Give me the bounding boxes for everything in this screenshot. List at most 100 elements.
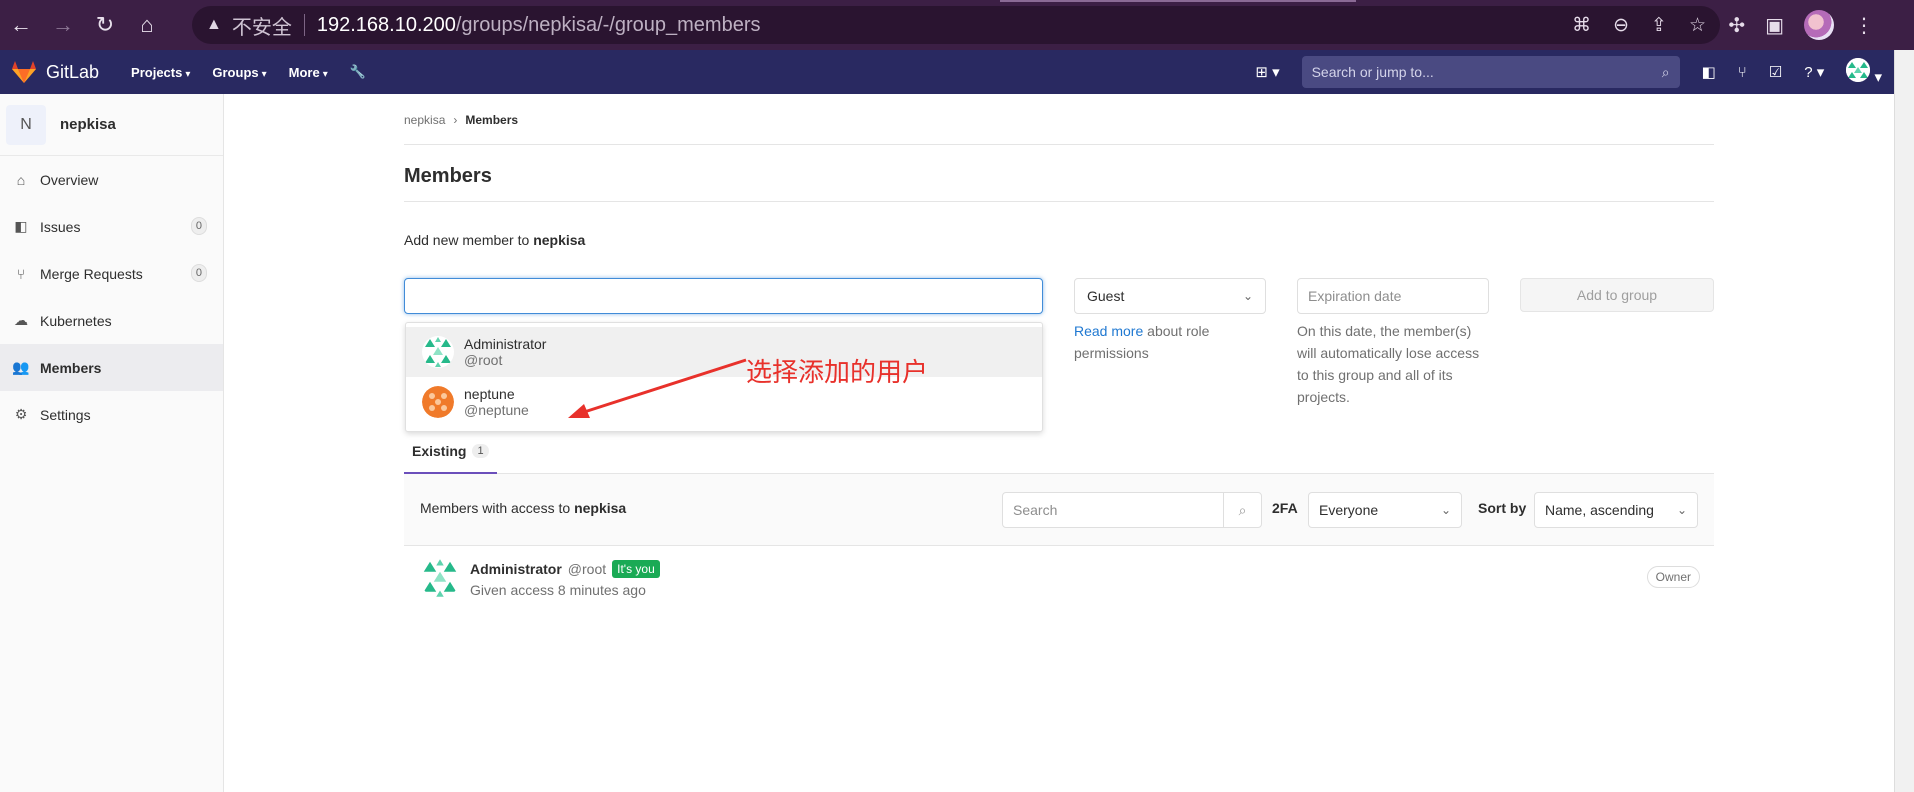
users-icon: 👥 <box>12 359 30 375</box>
sort-select[interactable]: Name, ascending ⌄ <box>1534 492 1698 528</box>
settings-icon: ⚙ <box>14 406 28 422</box>
global-search-input[interactable]: Search or jump to... ⌕ <box>1301 56 1680 88</box>
share-icon[interactable]: ⇪ <box>1651 14 1667 37</box>
page-scrollbar[interactable] <box>1894 50 1914 792</box>
divider <box>404 201 1714 202</box>
more-menu[interactable]: More ▾ <box>289 65 328 80</box>
chevron-down-icon: ⌄ <box>1440 503 1451 517</box>
search-icon[interactable]: ⌕ <box>1223 493 1261 527</box>
sidebar-item-members[interactable]: 👥 Members <box>0 344 223 391</box>
zoom-icon[interactable]: ⊖ <box>1613 14 1629 37</box>
avatar <box>422 336 454 368</box>
forward-button[interactable]: → <box>42 4 84 46</box>
user-avatar <box>1846 58 1871 82</box>
todos-icon[interactable]: ☑ <box>1769 63 1782 81</box>
top-menu: Projects ▾ Groups ▾ More ▾ 🔧 <box>131 64 366 80</box>
issues-icon: ◧ <box>14 218 28 234</box>
group-sidebar: N nepkisa ⌂ Overview ◧ Issues 0 ⑂ Merge … <box>0 94 224 792</box>
annotation-arrow <box>568 358 747 418</box>
merge-request-icon: ⑂ <box>16 265 26 282</box>
profile-avatar[interactable] <box>1804 10 1834 40</box>
page-title: Members <box>404 165 492 187</box>
role-help-text: Read more about role permissions <box>1074 320 1234 364</box>
member-name[interactable]: Administrator <box>470 561 562 577</box>
role-select-value: Guest <box>1087 288 1125 304</box>
read-more-link[interactable]: Read more <box>1074 323 1143 339</box>
translate-icon[interactable]: ⌘ <box>1572 14 1591 37</box>
sidebar-item-label: Settings <box>40 406 91 423</box>
cloud-icon: ☁ <box>14 312 28 328</box>
breadcrumb: nepkisa › Members <box>404 110 1714 130</box>
bookmark-star-icon[interactable]: ☆ <box>1689 14 1706 37</box>
issues-shortcut-icon[interactable]: ◧ <box>1702 63 1716 81</box>
groups-menu[interactable]: Groups ▾ <box>212 65 266 80</box>
extensions-icon[interactable]: ✣ <box>1728 13 1745 38</box>
warning-icon: ▲ <box>206 16 222 33</box>
sidebar-item-settings[interactable]: ⚙ Settings <box>0 391 223 438</box>
member-name-line: Administrator @root It's you <box>470 560 660 578</box>
sort-label: Sort by <box>1478 500 1527 516</box>
reload-button[interactable]: ↻ <box>84 4 126 46</box>
new-item-dropdown[interactable]: ⊞ ▾ <box>1255 63 1279 81</box>
browser-menu-icon[interactable]: ⋮ <box>1854 13 1874 38</box>
member-username: @root <box>567 561 607 577</box>
table-row: Administrator @root It's you Given acces… <box>404 546 1714 612</box>
address-bar[interactable]: ▲ 不安全 192.168.10.200/groups/nepkisa/-/gr… <box>192 6 1720 44</box>
add-to-group-button[interactable]: Add to group <box>1520 278 1714 312</box>
add-member-prefix: Add new member to <box>404 232 530 248</box>
merge-requests-shortcut-icon[interactable]: ⑂ <box>1738 64 1747 81</box>
sidebar-item-kubernetes[interactable]: ☁ Kubernetes <box>0 297 223 344</box>
gitlab-logo-text: GitLab <box>46 61 100 82</box>
sort-select-value: Name, ascending <box>1545 502 1654 518</box>
add-member-label: Add new member to nepkisa <box>404 232 1714 248</box>
dropdown-item-name: Administrator <box>464 336 547 352</box>
members-search-input[interactable]: Search <box>1003 493 1223 527</box>
breadcrumb-current[interactable]: Members <box>465 113 518 127</box>
sidebar-item-label: Merge Requests <box>40 265 143 282</box>
gitlab-logo[interactable]: GitLab <box>12 61 99 83</box>
global-search-placeholder: Search or jump to... <box>1311 64 1434 80</box>
user-menu[interactable]: ▾ <box>1846 58 1882 86</box>
breadcrumb-group-link[interactable]: nepkisa <box>404 113 445 127</box>
role-badge: Owner <box>1646 566 1700 588</box>
member-search-input[interactable] <box>404 278 1043 314</box>
sidebar-item-label: Overview <box>40 171 99 188</box>
more-menu-label: More <box>288 64 320 80</box>
projects-menu-label: Projects <box>131 64 183 80</box>
sidebar-group-header[interactable]: N nepkisa <box>0 94 223 156</box>
expiration-help-text: On this date, the member(s) will automat… <box>1297 323 1480 405</box>
tab-existing[interactable]: Existing 1 <box>404 430 497 474</box>
issues-count-badge: 0 <box>190 217 207 235</box>
members-tabs: Existing 1 <box>404 430 1714 474</box>
avatar <box>422 386 454 418</box>
tab-existing-label: Existing <box>412 443 467 459</box>
home-button[interactable]: ⌂ <box>126 4 168 46</box>
role-select[interactable]: Guest ⌄ <box>1074 278 1266 314</box>
group-name: nepkisa <box>60 116 116 133</box>
url-host: 192.168.10.200 <box>316 13 456 36</box>
expiration-date-input[interactable]: Expiration date <box>1297 278 1489 314</box>
sidebar-item-merge-requests[interactable]: ⑂ Merge Requests 0 <box>0 250 223 297</box>
home-icon: ⌂ <box>16 171 26 188</box>
dropdown-item-name: neptune <box>464 386 515 402</box>
sidebar-item-overview[interactable]: ⌂ Overview <box>0 156 223 203</box>
chevron-down-icon: ▾ <box>261 68 267 80</box>
sidebar-item-label: Issues <box>40 218 81 235</box>
its-you-badge: It's you <box>612 560 660 578</box>
twofa-label: 2FA <box>1272 500 1298 516</box>
help-icon[interactable]: ? ▾ <box>1804 63 1824 81</box>
side-panel-icon[interactable]: ▣ <box>1765 13 1784 38</box>
chevron-down-icon: ⌄ <box>1242 289 1253 303</box>
tab-existing-count: 1 <box>472 444 489 458</box>
twofa-select[interactable]: Everyone ⌄ <box>1308 492 1462 528</box>
dropdown-item-username: @neptune <box>464 402 529 418</box>
members-list-title-prefix: Members with access to <box>420 500 571 516</box>
url-path: /groups/nepkisa/-/group_members <box>455 13 761 36</box>
members-list-title: Members with access to nepkisa <box>420 500 626 516</box>
sidebar-item-issues[interactable]: ◧ Issues 0 <box>0 203 223 250</box>
projects-menu[interactable]: Projects ▾ <box>131 65 190 80</box>
divider <box>404 144 1714 145</box>
tab-strip-edge <box>1000 0 1356 2</box>
back-button[interactable]: ← <box>0 4 42 46</box>
admin-wrench-icon[interactable]: 🔧 <box>350 64 366 80</box>
